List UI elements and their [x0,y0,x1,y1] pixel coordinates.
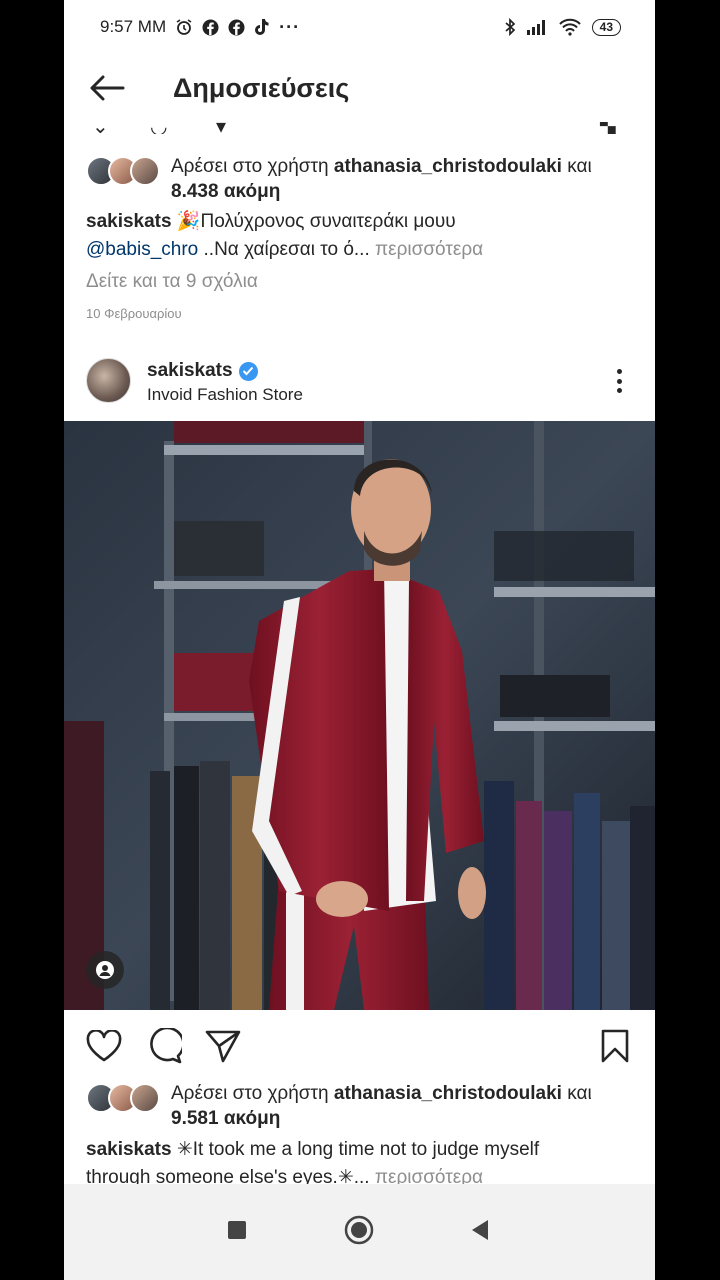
previous-post-actions: ⌄ ◡ ▾ ▚ [64,122,655,134]
heart-icon [86,1030,122,1062]
bluetooth-icon [504,18,516,36]
bookmark-icon [601,1029,629,1063]
back-button[interactable] [86,67,128,109]
likes-text: Αρέσει στο χρήστη athanasia_christodoula… [171,154,651,204]
likes-conj: και [567,156,592,177]
save-button[interactable] [595,1026,635,1066]
alarm-icon [175,18,193,36]
facebook-icon-2 [228,19,245,36]
home-button[interactable] [344,1215,374,1245]
paper-plane-icon[interactable]: ▾ [216,122,226,134]
likes-user-link[interactable]: athanasia_christodoulaki [334,1083,562,1104]
speech-bubble-icon[interactable]: ◡ [150,122,167,134]
caption-username[interactable]: sakiskats [86,1139,172,1160]
square-icon [228,1221,246,1239]
post-caption[interactable]: sakiskats 🎉Πολύχρονος συναιτεράκι μουυ @… [86,208,646,264]
speech-bubble-icon [150,1028,182,1064]
post-action-bar [64,1022,655,1072]
likes-count[interactable]: 8.438 ακόμη [171,181,280,202]
post-date: 10 Φεβρουαρίου [86,306,182,321]
battery-indicator: 43 [591,18,621,36]
post-username[interactable]: sakiskats [147,360,258,382]
triangle-back-icon [472,1220,488,1240]
like-button[interactable] [84,1026,124,1066]
system-nav-bar [64,1184,655,1280]
caption-username[interactable]: sakiskats [86,211,172,232]
post-header: sakiskats Invoid Fashion Store [64,352,655,418]
post-photo[interactable] [64,421,655,1010]
verified-badge-icon [238,361,258,381]
comment-button[interactable] [144,1026,184,1066]
caption-more-link[interactable]: περισσότερα [375,239,483,260]
status-bar: 9:57 MM ··· 43 [64,0,655,54]
more-notifications-icon: ··· [279,16,301,37]
liker-avatars [86,1083,160,1113]
post-image [64,421,655,1010]
paper-plane-icon [205,1030,241,1063]
caption-mention[interactable]: @babis_chro [86,239,198,260]
signal-icon [526,19,548,35]
liker-avatars [86,156,160,186]
wifi-icon [558,18,582,36]
avatar [130,156,160,186]
tiktok-icon [254,18,270,36]
likes-user-link[interactable]: athanasia_christodoulaki [334,156,562,177]
likes-text: Αρέσει στο χρήστη athanasia_christodoula… [171,1081,651,1131]
recents-button[interactable] [227,1220,247,1240]
arrow-left-icon [90,75,125,101]
view-comments-link[interactable]: Δείτε και τα 9 σχόλια [86,271,258,293]
more-vertical-icon[interactable] [609,366,629,396]
bookmark-icon[interactable]: ▚ [600,122,615,134]
post-username-text: sakiskats [147,360,233,381]
likes-count[interactable]: 9.581 ακόμη [171,1108,280,1129]
caption-text: ✳It took me a long time not to judge mys… [176,1139,540,1160]
back-nav-button[interactable] [470,1219,490,1241]
avatar[interactable] [86,358,131,403]
facebook-icon [202,19,219,36]
share-button[interactable] [203,1026,243,1066]
circle-icon [344,1215,374,1245]
caption-text-2: ..Να χαίρεσαι το ό... [203,239,370,260]
app-screen: 9:57 MM ··· 43 Δημοσιεύσεις ⌄ ◡ ▾ ▚ Αρέσ… [64,0,655,1280]
status-time: 9:57 MM [100,17,167,36]
likes-prefix: Αρέσει στο χρήστη [171,1083,329,1104]
app-header: Δημοσιεύσεις [64,54,655,122]
heart-icon[interactable]: ⌄ [92,122,109,134]
person-tag-icon[interactable] [86,951,124,989]
post-location[interactable]: Invoid Fashion Store [147,385,303,405]
likes-prefix: Αρέσει στο χρήστη [171,156,329,177]
avatar [130,1083,160,1113]
likes-conj: και [567,1083,592,1104]
caption-text: 🎉Πολύχρονος συναιτεράκι μουυ [176,211,456,232]
page-title: Δημοσιεύσεις [173,72,350,103]
